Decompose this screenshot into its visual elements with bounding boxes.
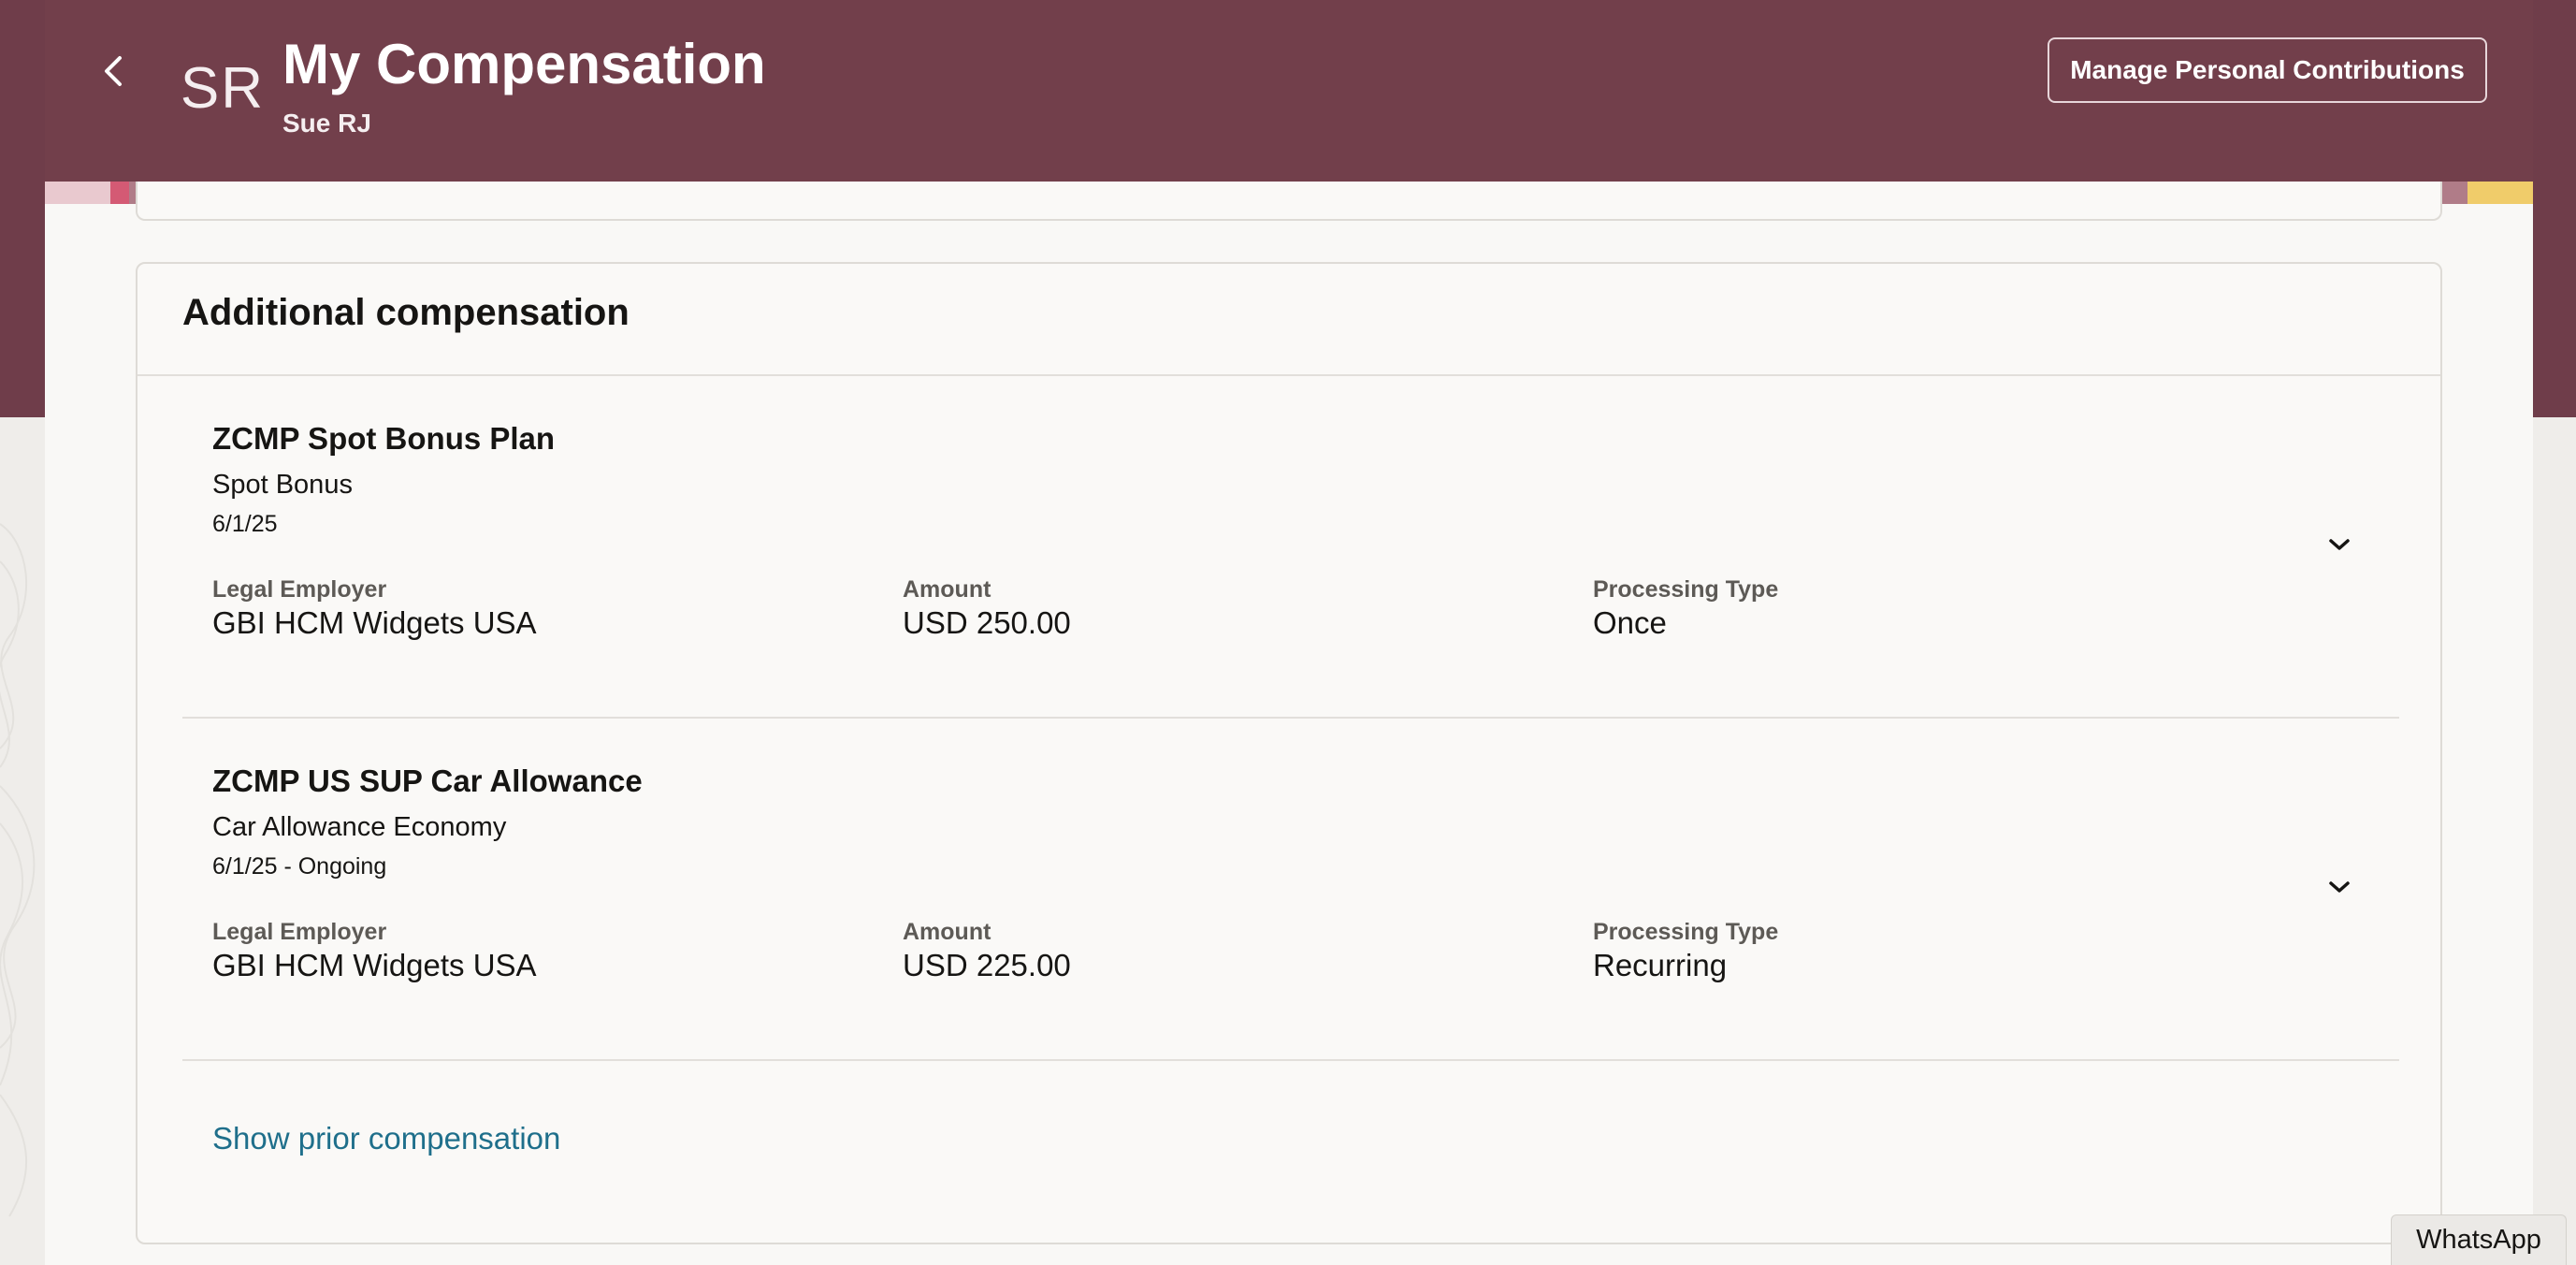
page-header: SR My Compensation Sue RJ Manage Persona… xyxy=(45,0,2533,182)
field-value: GBI HCM Widgets USA xyxy=(212,948,537,982)
field-value: GBI HCM Widgets USA xyxy=(212,605,537,640)
field-label: Processing Type xyxy=(1593,919,1779,945)
page-subtitle: Sue RJ xyxy=(282,109,371,138)
plan-option: Spot Bonus xyxy=(212,470,353,500)
plan-name: ZCMP Spot Bonus Plan xyxy=(212,421,556,456)
chevron-down-icon xyxy=(2329,881,2350,893)
show-prior-compensation-link[interactable]: Show prior compensation xyxy=(212,1121,560,1156)
field-label: Legal Employer xyxy=(212,576,387,603)
field-value: Recurring xyxy=(1593,948,1728,982)
amount-field: Amount USD 250.00 xyxy=(903,576,1071,641)
plan-name: ZCMP US SUP Car Allowance xyxy=(212,763,643,798)
processing-type-field: Processing Type Recurring xyxy=(1593,919,1778,983)
expand-button[interactable] xyxy=(2321,868,2358,906)
field-value: USD 250.00 xyxy=(903,605,1071,640)
field-label: Amount xyxy=(903,576,991,603)
avatar: SR xyxy=(180,55,266,121)
plan-date: 6/1/25 - Ongoing xyxy=(212,853,387,880)
compensation-item-spot-bonus: ZCMP Spot Bonus Plan Spot Bonus 6/1/25 L… xyxy=(182,376,2399,719)
back-button[interactable] xyxy=(86,43,142,99)
field-label: Amount xyxy=(903,919,991,945)
divider xyxy=(182,1059,2399,1061)
plan-date: 6/1/25 xyxy=(212,511,278,537)
field-label: Legal Employer xyxy=(212,919,387,945)
page-title: My Compensation xyxy=(282,33,766,95)
content-area: Additional compensation ZCMP Spot Bonus … xyxy=(45,182,2533,1265)
whatsapp-button[interactable]: WhatsApp xyxy=(2391,1214,2567,1265)
legal-employer-field: Legal Employer GBI HCM Widgets USA xyxy=(212,919,537,983)
compensation-item-car-allowance: ZCMP US SUP Car Allowance Car Allowance … xyxy=(182,719,2399,1061)
field-value: Once xyxy=(1593,605,1667,640)
field-value: USD 225.00 xyxy=(903,948,1071,982)
card-title: Additional compensation xyxy=(182,292,630,333)
processing-type-field: Processing Type Once xyxy=(1593,576,1778,641)
legal-employer-field: Legal Employer GBI HCM Widgets USA xyxy=(212,576,537,641)
field-label: Processing Type xyxy=(1593,576,1779,603)
amount-field: Amount USD 225.00 xyxy=(903,919,1071,983)
chevron-down-icon xyxy=(2329,539,2350,550)
additional-compensation-card: Additional compensation ZCMP Spot Bonus … xyxy=(136,262,2442,1244)
expand-button[interactable] xyxy=(2321,526,2358,563)
chevron-left-icon xyxy=(105,56,122,86)
plan-option: Car Allowance Economy xyxy=(212,812,507,842)
previous-card-edge xyxy=(136,182,2442,221)
manage-personal-contributions-button[interactable]: Manage Personal Contributions xyxy=(2048,37,2487,103)
